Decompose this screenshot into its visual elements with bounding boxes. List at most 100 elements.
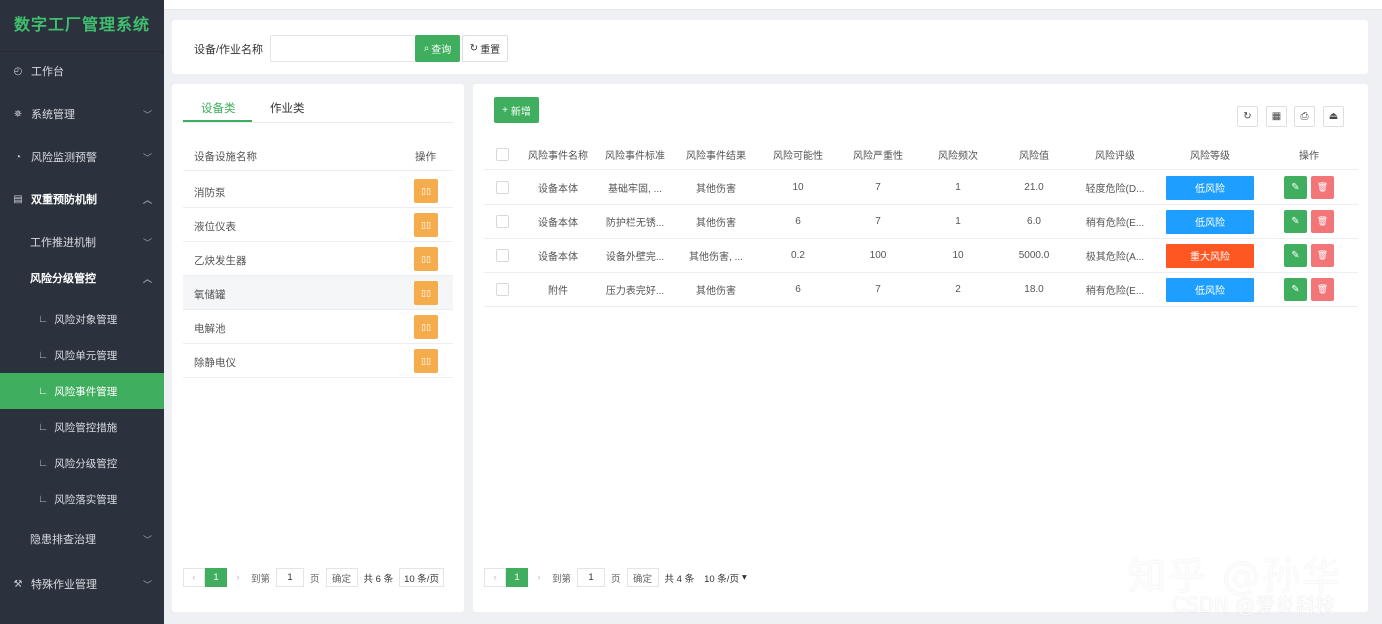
sidebar-item-work-promotion[interactable]: 工作推进机制 ﹀ bbox=[0, 224, 164, 260]
equipment-name: 液位仪表 bbox=[194, 221, 236, 233]
sidebar-item-label: 风险事件管理 bbox=[54, 385, 118, 398]
query-button[interactable]: ⌕ 查询 bbox=[415, 35, 460, 62]
sidebar-item-hazard-check[interactable]: 隐患排查治理 ﹀ bbox=[0, 521, 164, 557]
risk-level-badge: 重大风险 bbox=[1166, 243, 1254, 268]
edit-button[interactable]: ✎ bbox=[1284, 176, 1307, 199]
next-page-button[interactable]: › bbox=[227, 568, 249, 587]
current-page[interactable]: 1 bbox=[205, 568, 227, 587]
view-button[interactable]: ▯▯ bbox=[414, 281, 438, 305]
tab-operation[interactable]: 作业类 bbox=[270, 100, 305, 116]
edit-button[interactable]: ✎ bbox=[1284, 244, 1307, 267]
select-all-checkbox[interactable] bbox=[495, 147, 509, 161]
delete-button[interactable]: 🗑 bbox=[1311, 278, 1334, 301]
row-checkbox[interactable] bbox=[495, 283, 509, 296]
tree-branch-icon: ∟ bbox=[38, 457, 49, 469]
sidebar-item-risk-implementation[interactable]: ∟ 风险落实管理 bbox=[0, 481, 164, 517]
link-icon: ▯▯ bbox=[421, 219, 431, 230]
page-size-select[interactable]: 10 条/页 ▾ bbox=[700, 568, 751, 587]
column-header-action: 操作 bbox=[415, 151, 436, 163]
edit-button[interactable]: ✎ bbox=[1284, 278, 1307, 301]
column-header: 风险等级 bbox=[1190, 150, 1230, 162]
delete-button[interactable]: 🗑 bbox=[1311, 244, 1334, 267]
cell-likelihood: 0.2 bbox=[791, 250, 805, 261]
sidebar-item-special-work[interactable]: ⚒ 特殊作业管理 ﹀ bbox=[0, 566, 164, 602]
equipment-row-selected[interactable]: 氧储罐 ▯▯ bbox=[183, 276, 453, 310]
link-icon: ▯▯ bbox=[421, 253, 431, 264]
chevron-up-icon: ︿ bbox=[142, 273, 152, 284]
sidebar-item-risk-event[interactable]: ∟ 风险事件管理 bbox=[0, 373, 164, 409]
goto-confirm-button[interactable]: 确定 bbox=[325, 568, 358, 587]
print-tool-button[interactable]: ⎙ bbox=[1294, 106, 1315, 127]
cell-rating: 稍有危险(E... bbox=[1085, 218, 1145, 229]
equipment-row[interactable]: 电解池 ▯▯ bbox=[183, 310, 453, 344]
reset-button[interactable]: ↻ 重置 bbox=[462, 35, 508, 62]
page-label: 页 bbox=[611, 573, 621, 585]
goto-page-input[interactable]: 1 bbox=[577, 568, 606, 587]
delete-button[interactable]: 🗑 bbox=[1311, 210, 1334, 233]
pencil-icon: ✎ bbox=[1291, 284, 1300, 295]
sidebar-item-dual-prevention[interactable]: ▤ 双重预防机制 ︿ bbox=[0, 181, 164, 217]
equipment-pagination: ‹ 1 › 到第 1 页 确定 共 6 条 10 条/页 bbox=[183, 568, 444, 587]
delete-button[interactable]: 🗑 bbox=[1311, 176, 1334, 199]
cell-value: 5000.0 bbox=[1018, 250, 1050, 261]
current-page[interactable]: 1 bbox=[506, 568, 528, 587]
goto-page-input[interactable]: 1 bbox=[276, 568, 305, 587]
trash-icon: 🗑 bbox=[1316, 284, 1329, 294]
equipment-row[interactable]: 乙炔发生器 ▯▯ bbox=[183, 242, 453, 276]
sidebar-item-risk-unit[interactable]: ∟ 风险单元管理 bbox=[0, 337, 164, 373]
pencil-icon: ✎ bbox=[1291, 250, 1300, 261]
page-size-select[interactable]: 10 条/页 bbox=[399, 568, 444, 587]
chevron-down-icon: ﹀ bbox=[142, 579, 152, 590]
goto-confirm-button[interactable]: 确定 bbox=[626, 568, 659, 587]
equipment-row[interactable]: 除静电仪 ▯▯ bbox=[183, 344, 453, 378]
edit-button[interactable]: ✎ bbox=[1284, 210, 1307, 233]
columns-tool-button[interactable]: ▦ bbox=[1266, 106, 1287, 127]
page-tabs-strip[interactable] bbox=[164, 0, 1382, 10]
row-checkbox[interactable] bbox=[495, 215, 509, 228]
cell-level: 低风险 bbox=[1160, 171, 1260, 204]
cell-frequency: 10 bbox=[952, 250, 964, 261]
trash-icon: 🗑 bbox=[1316, 182, 1329, 192]
sidebar-item-risk-object[interactable]: ∟ 风险对象管理 bbox=[0, 301, 164, 337]
equipment-row[interactable]: 液位仪表 ▯▯ bbox=[183, 208, 453, 242]
cell-standard: 基础牢固, ... bbox=[608, 184, 662, 195]
next-page-button[interactable]: › bbox=[528, 568, 550, 587]
tab-equipment[interactable]: 设备类 bbox=[201, 100, 236, 116]
view-button[interactable]: ▯▯ bbox=[414, 213, 438, 237]
prev-page-button[interactable]: ‹ bbox=[484, 568, 506, 587]
cell-actions: ✎ 🗑 bbox=[1260, 171, 1358, 204]
prev-page-button[interactable]: ‹ bbox=[183, 568, 205, 587]
cell-name: 设备本体 bbox=[538, 218, 578, 229]
alert-icon: ◔ bbox=[14, 151, 22, 163]
sidebar-item-risk-measures[interactable]: ∟ 风险管控措施 bbox=[0, 409, 164, 445]
export-tool-button[interactable]: ⏏ bbox=[1323, 106, 1344, 127]
sidebar-item-system[interactable]: ✵ 系统管理 ﹀ bbox=[0, 96, 164, 132]
cell-name: 设备本体 bbox=[538, 184, 578, 195]
link-icon: ▯▯ bbox=[421, 355, 431, 366]
sidebar-item-risk-grading-control[interactable]: ∟ 风险分级管控 bbox=[0, 445, 164, 481]
cell-actions: ✎ 🗑 bbox=[1260, 239, 1358, 272]
equipment-name: 氧储罐 bbox=[194, 289, 226, 301]
refresh-tool-button[interactable]: ↻ bbox=[1237, 106, 1258, 127]
row-checkbox[interactable] bbox=[495, 249, 509, 262]
sidebar-item-risk-grading[interactable]: 风险分级管控 ︿ bbox=[0, 260, 164, 296]
sidebar-item-risk-monitor[interactable]: ◔ 风险监测预警 ﹀ bbox=[0, 139, 164, 175]
add-button[interactable]: + 新增 bbox=[494, 97, 539, 123]
sidebar-item-workbench[interactable]: ◴ 工作台 bbox=[0, 53, 164, 89]
view-button[interactable]: ▯▯ bbox=[414, 247, 438, 271]
table-row[interactable]: 附件 压力表完好... 其他伤害 6 7 2 18.0 稍有危险(E... 低风… bbox=[484, 273, 1358, 307]
search-input[interactable] bbox=[270, 35, 416, 62]
view-button[interactable]: ▯▯ bbox=[414, 349, 438, 373]
sidebar-item-label: 风险监测预警 bbox=[31, 152, 97, 164]
table-row[interactable]: 设备本体 设备外壁完... 其他伤害, ... 0.2 100 10 5000.… bbox=[484, 239, 1358, 273]
view-button[interactable]: ▯▯ bbox=[414, 315, 438, 339]
view-button[interactable]: ▯▯ bbox=[414, 179, 438, 203]
equipment-row[interactable]: 消防泵 ▯▯ bbox=[183, 174, 453, 208]
risk-event-panel: + 新增 ↻ ▦ ⎙ ⏏ 风险事件名称 风险事件标准 风险事件结果 风险可能性 … bbox=[473, 84, 1368, 612]
cell-rating: 轻度危险(D... bbox=[1085, 184, 1145, 195]
table-row[interactable]: 设备本体 防护栏无锈... 其他伤害 6 7 1 6.0 稍有危险(E... 低… bbox=[484, 205, 1358, 239]
table-row[interactable]: 设备本体 基础牢固, ... 其他伤害 10 7 1 21.0 轻度危险(D..… bbox=[484, 171, 1358, 205]
row-select-cell bbox=[484, 205, 520, 238]
row-checkbox[interactable] bbox=[495, 181, 509, 194]
sidebar-item-label: 风险对象管理 bbox=[54, 313, 118, 326]
